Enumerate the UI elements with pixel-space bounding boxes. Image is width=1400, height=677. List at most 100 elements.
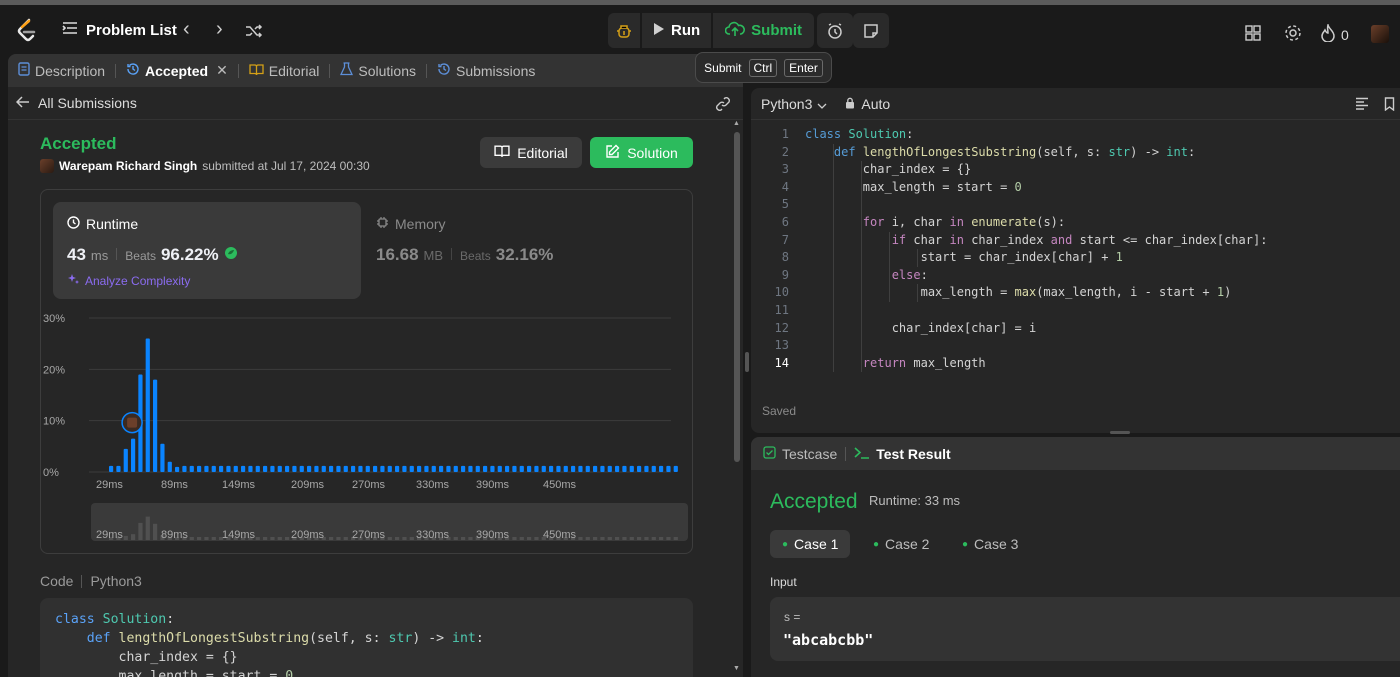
chart-bar[interactable] [197,465,202,472]
leetcode-logo-icon[interactable] [15,18,39,49]
chart-bar[interactable] [219,465,224,472]
chart-bar[interactable] [505,465,510,472]
chart-bar[interactable] [307,465,312,472]
next-problem-chevron-right-icon[interactable]: › [216,19,223,39]
chart-bar[interactable] [607,465,612,472]
chart-bar[interactable] [659,465,664,472]
chart-bar[interactable] [329,465,334,472]
note-icon[interactable] [853,13,889,48]
chart-bar[interactable] [241,465,246,472]
scroll-up-arrow-icon[interactable]: ▲ [733,120,740,127]
chart-bar[interactable] [644,465,649,472]
problem-list-button[interactable]: Problem List [62,21,177,39]
submit-button[interactable]: Submit [713,13,815,48]
chart-bar[interactable] [549,465,554,472]
language-select[interactable]: Python3 [761,96,827,112]
streak-counter[interactable]: 0 [1321,22,1349,45]
chart-bar[interactable] [600,465,605,472]
editorial-button[interactable]: Editorial [480,137,582,168]
chart-bar[interactable] [534,465,539,472]
prev-problem-chevron-left-icon[interactable]: ‹ [183,19,190,39]
chart-bar[interactable] [314,465,319,472]
scroll-down-arrow-icon[interactable]: ▼ [733,665,740,672]
chart-bar[interactable] [461,465,466,472]
shuffle-icon[interactable] [245,22,263,42]
auto-mode-toggle[interactable]: Auto [845,96,890,112]
chart-bar[interactable] [673,465,678,472]
tab-submissions[interactable]: Submissions [427,54,545,87]
chart-bar[interactable] [497,465,502,472]
memory-card[interactable]: Memory 16.68 MB Beats 32.16% [374,202,674,299]
tab-accepted[interactable]: Accepted ✕ [116,54,238,87]
chart-bar[interactable] [527,465,532,472]
analyze-complexity-link[interactable]: Analyze Complexity [67,273,190,289]
chart-bar[interactable] [167,461,172,472]
chart-bar[interactable] [373,465,378,472]
chart-bar[interactable] [490,465,495,472]
chart-bar[interactable] [468,465,473,472]
chart-bar[interactable] [417,465,422,472]
chart-bar[interactable] [255,465,260,472]
chart-bar[interactable] [615,465,620,472]
chart-bar[interactable] [263,465,268,472]
chart-bar[interactable] [299,465,304,472]
chart-bar[interactable] [387,465,392,472]
chart-bar[interactable] [343,465,348,472]
chart-bar[interactable] [160,443,165,472]
chart-bar[interactable] [226,465,231,472]
horizontal-resize-handle[interactable] [1110,431,1130,434]
chart-bar[interactable] [439,465,444,472]
chart-bar[interactable] [541,465,546,472]
chart-bar[interactable] [483,465,488,472]
tab-description[interactable]: Description [8,54,115,87]
left-scrollbar[interactable]: ▲ ▼ [730,120,743,677]
chart-bar[interactable] [248,465,253,472]
chart-bar[interactable] [189,465,194,472]
input-box[interactable]: s = "abcabcbb" [770,597,1400,661]
chart-bar[interactable] [285,465,290,472]
chart-bar[interactable] [629,465,634,472]
chart-bar[interactable] [563,465,568,472]
submitted-code-block[interactable]: class Solution: def lengthOfLongestSubst… [40,598,693,677]
chart-bar[interactable] [446,465,451,472]
scrollbar-thumb[interactable] [734,132,740,462]
chart-bar[interactable] [475,465,480,472]
all-submissions-link[interactable]: All Submissions [38,95,137,111]
chart-bar[interactable] [402,465,407,472]
chart-bar[interactable] [336,465,341,472]
chart-bar[interactable] [666,465,671,472]
layout-grid-icon[interactable] [1245,25,1261,44]
tab-solutions[interactable]: Solutions [330,54,426,87]
case-tab-2[interactable]: ● Case 2 [861,530,941,558]
back-arrow-icon[interactable] [15,95,30,111]
tab-testcase[interactable]: Testcase [763,446,837,462]
runtime-card[interactable]: Runtime 43 ms Beats 96.22% Analyze Compl… [53,202,361,299]
chart-bar[interactable] [204,465,209,472]
chart-bar[interactable] [622,465,627,472]
format-lines-icon[interactable] [1355,97,1369,113]
chart-bar[interactable] [651,465,656,472]
chart-bar[interactable] [556,465,561,472]
chart-bar[interactable] [453,465,458,472]
solution-button[interactable]: Solution [590,137,693,168]
chart-bar[interactable] [358,465,363,472]
debug-icon[interactable] [608,13,640,48]
vertical-resize-handle[interactable] [745,352,749,372]
chart-bar[interactable] [131,438,136,472]
chart-bar[interactable] [145,338,150,472]
case-tab-1[interactable]: ● Case 1 [770,530,851,558]
chart-bar[interactable] [593,465,598,472]
bookmark-icon[interactable] [1384,97,1395,114]
chart-bar[interactable] [116,465,121,472]
chart-bar[interactable] [380,465,385,472]
close-tab-icon[interactable]: ✕ [216,62,228,79]
alarm-clock-icon[interactable] [817,13,853,48]
chart-bar[interactable] [321,465,326,472]
case-tab-3[interactable]: ● Case 3 [950,530,1030,558]
chart-bar[interactable] [585,465,590,472]
link-icon[interactable] [715,96,731,115]
chart-bar[interactable] [351,465,356,472]
chart-bar[interactable] [431,465,436,472]
tab-editorial[interactable]: Editorial [239,54,330,87]
chart-bar[interactable] [395,465,400,472]
